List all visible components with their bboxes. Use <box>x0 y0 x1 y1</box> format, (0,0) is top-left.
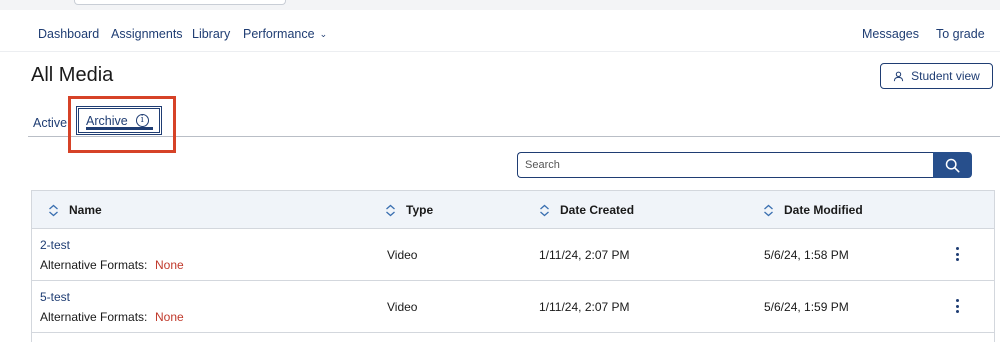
column-header-date-created[interactable]: Date Created <box>539 203 634 217</box>
media-type: Video <box>387 300 418 314</box>
search-button[interactable] <box>933 152 972 178</box>
nav-performance[interactable]: Performance ⌄ <box>243 27 327 41</box>
alt-formats-value: None <box>155 258 184 272</box>
date-modified: 5/6/24, 1:58 PM <box>764 248 849 262</box>
table-row: 5-test Alternative Formats: None Video 1… <box>32 281 994 333</box>
tab-active[interactable]: Active <box>33 116 67 130</box>
top-tab-edge <box>74 0 286 5</box>
media-name-link[interactable]: 5-test <box>40 290 70 304</box>
date-modified: 5/6/24, 1:59 PM <box>764 300 849 314</box>
student-view-label: Student view <box>911 69 980 83</box>
sort-icon <box>386 204 395 216</box>
sort-icon <box>49 204 58 216</box>
media-name-link[interactable]: 2-test <box>40 238 70 252</box>
user-icon <box>894 71 904 81</box>
column-header-name[interactable]: Name <box>48 203 102 217</box>
column-header-date-modified[interactable]: Date Modified <box>763 203 863 217</box>
info-icon[interactable]: i <box>135 114 149 127</box>
column-label-date-created: Date Created <box>560 203 635 217</box>
nav-dashboard[interactable]: Dashboard <box>38 27 99 41</box>
sort-icon <box>540 204 549 216</box>
alt-formats-label: Alternative Formats: <box>40 258 148 272</box>
nav-performance-label: Performance <box>243 27 315 41</box>
table-header: Name Type Date Created Date Modified <box>32 191 994 229</box>
page-title: All Media <box>31 64 114 86</box>
media-type: Video <box>387 248 418 262</box>
nav-to-grade[interactable]: To grade <box>936 27 985 41</box>
student-view-button[interactable]: Student view <box>880 63 993 89</box>
tab-archive-label: Archive <box>86 113 128 128</box>
column-header-type[interactable]: Type <box>385 203 433 217</box>
alt-formats-value: None <box>155 310 184 324</box>
nav-library[interactable]: Library <box>192 27 230 41</box>
alt-formats-label: Alternative Formats: <box>40 310 148 324</box>
top-strip <box>0 0 1000 10</box>
column-label-date-modified: Date Modified <box>784 203 863 217</box>
tab-archive[interactable]: Archive i <box>76 106 162 135</box>
kebab-menu-icon[interactable] <box>951 246 963 262</box>
table-row: 2-test Alternative Formats: None Video 1… <box>32 229 994 281</box>
column-label-name: Name <box>69 203 102 217</box>
date-created: 1/11/24, 2:07 PM <box>539 300 630 314</box>
search-input[interactable] <box>517 152 937 178</box>
date-created: 1/11/24, 2:07 PM <box>539 248 630 262</box>
sort-icon <box>764 204 773 216</box>
media-table: Name Type Date Created Date Modified 2-t <box>31 190 995 342</box>
top-nav: Dashboard Assignments Library Performanc… <box>0 10 1000 52</box>
kebab-menu-icon[interactable] <box>951 298 963 314</box>
nav-assignments[interactable]: Assignments <box>111 27 183 41</box>
nav-messages[interactable]: Messages <box>862 27 919 41</box>
tabs-divider <box>28 136 1000 137</box>
column-label-type: Type <box>406 203 434 217</box>
chevron-down-icon: ⌄ <box>319 29 328 39</box>
tab-selected-indicator <box>86 127 153 130</box>
search-icon <box>945 158 960 172</box>
